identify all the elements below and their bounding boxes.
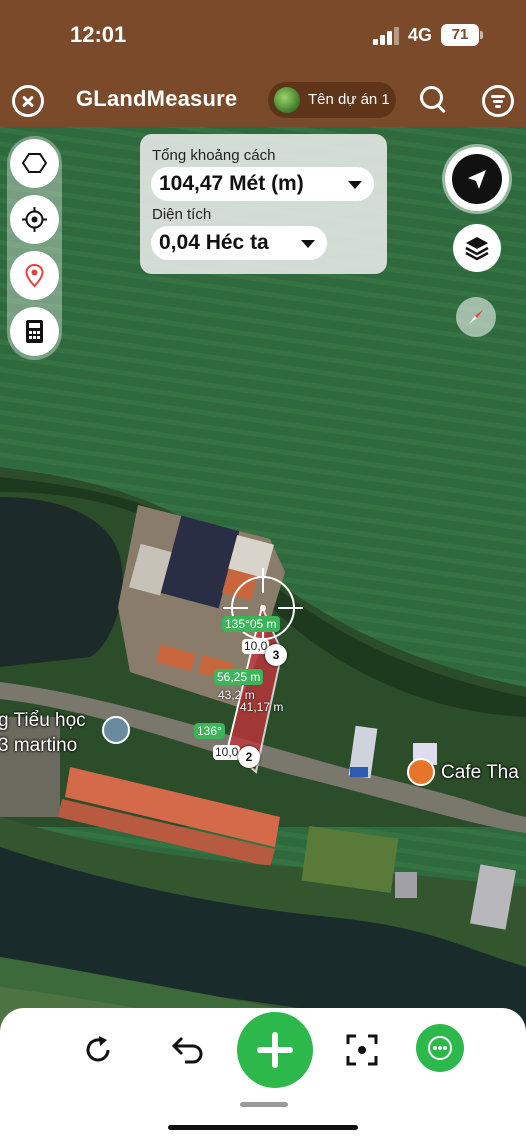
distance-unit-dropdown[interactable]: 104,47 Mét (m) [151, 167, 374, 201]
refresh-icon[interactable] [82, 1034, 114, 1066]
battery-icon: 71 [441, 24, 483, 46]
segment-length-green: 56,25 m [214, 669, 264, 685]
school-graduation-cap-icon[interactable] [102, 716, 130, 744]
layers-icon [465, 237, 489, 261]
distance-value: 104,47 Mét (m) [159, 172, 304, 195]
distance-label: Tổng khoảng cách [152, 147, 276, 164]
menu-icon[interactable] [482, 85, 514, 117]
app-title: GLandMeasure [76, 86, 238, 111]
location-pin-icon [25, 263, 44, 288]
left-tool-strip [7, 136, 62, 360]
cellular-signal-icon [373, 27, 401, 45]
layers-button[interactable] [453, 224, 501, 272]
project-thumbnail-icon [274, 87, 300, 113]
chevron-down-icon [348, 181, 362, 189]
location-pin-button[interactable] [10, 251, 59, 300]
calculator-icon [26, 320, 43, 343]
my-location-button[interactable] [445, 147, 509, 211]
search-icon[interactable] [420, 86, 448, 114]
navigation-arrow-icon [452, 154, 502, 204]
school-label-line2: 3 martino [0, 735, 78, 756]
polygon-tool-button[interactable] [10, 139, 59, 188]
area-label: Diện tích [152, 206, 212, 223]
compass-icon [469, 310, 483, 324]
measurement-panel: Tổng khoảng cách 104,47 Mét (m) Diện tíc… [140, 134, 387, 274]
segment-length-2: 41,17 m [240, 700, 284, 714]
calculator-button[interactable] [10, 307, 59, 356]
app-header: 12:01 4G 71 GLandMeasure Tên dự án 1 [0, 0, 526, 127]
polygon-icon [22, 153, 47, 173]
school-label: g Tiểu học [0, 710, 86, 731]
undo-icon[interactable] [171, 1034, 205, 1066]
add-point-button[interactable] [237, 1012, 313, 1088]
area-value: 0,04 Héc ta [159, 231, 269, 254]
sheet-handle[interactable] [240, 1102, 288, 1107]
more-button[interactable] [416, 1024, 464, 1072]
bottom-toolbar [0, 1008, 526, 1140]
chevron-down-icon [301, 240, 315, 248]
map-imagery [0, 127, 526, 1140]
target-tool-button[interactable] [10, 195, 59, 244]
project-name: Tên dự án 1 [308, 91, 390, 108]
vertex-marker-2[interactable]: 2 [238, 746, 260, 768]
cafe-label: Cafe Tha [441, 762, 519, 783]
satellite-map[interactable]: 135°05 m 10,0 3 56,25 m 43,2 m 41,17 m 1… [0, 127, 526, 1140]
project-selector[interactable]: Tên dự án 1 [268, 82, 396, 118]
angle-label-top: 135°05 m [222, 616, 280, 632]
area-unit-dropdown[interactable]: 0,04 Héc ta [151, 226, 327, 260]
segment-length-bottom: 10,0 [213, 745, 241, 760]
close-icon[interactable] [12, 85, 44, 117]
network-type: 4G [408, 25, 433, 45]
crosshair-icon [22, 207, 47, 232]
angle-label-bottom: 136° [194, 723, 225, 739]
cafe-cup-icon[interactable] [407, 758, 435, 786]
vertex-marker-3[interactable]: 3 [265, 644, 287, 666]
compass-button[interactable] [456, 297, 496, 337]
status-time: 12:01 [70, 22, 127, 47]
home-indicator[interactable] [168, 1125, 358, 1130]
focus-frame-icon[interactable] [346, 1034, 378, 1066]
